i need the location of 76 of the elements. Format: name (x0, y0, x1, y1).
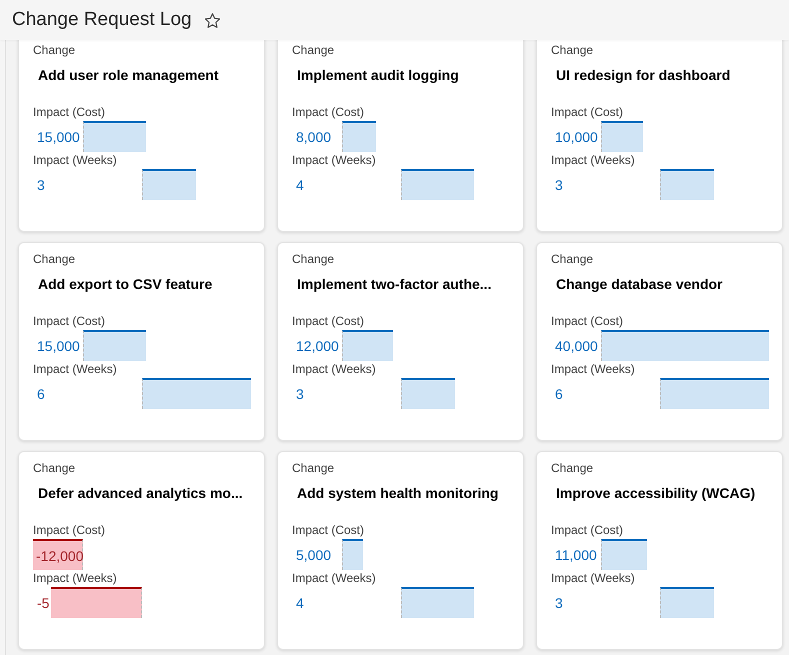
metric-value: 5,000 (296, 546, 332, 564)
data-bar (142, 169, 196, 200)
card-title: Defer advanced analytics mo... (38, 484, 243, 503)
metric-value: 6 (37, 384, 45, 402)
metric-label: Impact (Cost) (551, 522, 624, 538)
metric-label: Impact (Weeks) (551, 570, 635, 586)
card-title: Add user role management (38, 66, 218, 85)
change-card[interactable]: Change Add export to CSV feature Impact (Cost) 15,000 Impact (Weeks) 6 (18, 242, 265, 441)
card-title: Improve accessibility (WCAG) (556, 484, 756, 503)
metric-value: 3 (296, 384, 304, 402)
card-type-label: Change (551, 460, 594, 476)
change-card[interactable]: Change Change database vendor Impact (Cost) 40,000 Impact (Weeks) 6 (536, 242, 783, 441)
metric-value: 10,000 (555, 128, 598, 146)
card-title: Add export to CSV feature (38, 275, 212, 294)
card-title: Implement two-factor authe... (297, 275, 492, 294)
metric-value: 11,000 (555, 546, 597, 564)
metric-label: Impact (Cost) (292, 522, 364, 538)
metric-label: Impact (Weeks) (33, 152, 117, 168)
card-type-label: Change (292, 460, 334, 476)
change-card[interactable]: Change Add system health monitoring Impact (Cost) 5,000 Impact (Weeks) 4 (277, 451, 524, 650)
data-bar (342, 539, 364, 570)
change-card[interactable]: Change UI redesign for dashboard Impact (Cost) 10,000 Impact (Weeks) 3 (536, 40, 783, 232)
card-type-label: Change (33, 251, 76, 267)
metric-value: 15,000 (37, 128, 80, 146)
metric-label: Impact (Cost) (551, 313, 624, 329)
card-title: Implement audit logging (297, 66, 459, 85)
metric-label: Impact (Weeks) (33, 570, 117, 586)
data-bar (601, 121, 644, 152)
card-title: UI redesign for dashboard (556, 66, 730, 85)
change-card[interactable]: Change Improve accessibility (WCAG) Impact (Cost) 11,000 Impact (Weeks) 3 (536, 451, 783, 650)
data-bar (342, 330, 393, 361)
metric-label: Impact (Cost) (551, 104, 624, 120)
change-card[interactable]: Change Implement audit logging Impact (Cost) 8,000 Impact (Weeks) 4 (277, 40, 524, 232)
metric-value: 6 (555, 384, 563, 402)
card-type-label: Change (551, 251, 594, 267)
metric-label: Impact (Weeks) (292, 152, 376, 168)
card-title: Change database vendor (556, 275, 722, 294)
metric-value: 40,000 (555, 336, 598, 354)
metric-label: Impact (Cost) (292, 104, 364, 120)
metric-value: -5 (37, 594, 50, 612)
data-bar (342, 121, 376, 152)
card-type-label: Change (551, 42, 594, 58)
metric-value: 4 (296, 594, 304, 612)
data-bar (660, 587, 714, 618)
metric-label: Impact (Weeks) (292, 570, 376, 586)
metric-label: Impact (Cost) (292, 313, 364, 329)
data-bar (660, 169, 714, 200)
metric-label: Impact (Weeks) (551, 152, 635, 168)
change-card[interactable]: Change Add user role management Impact (Cost) 15,000 Impact (Weeks) 3 (18, 40, 265, 232)
metric-value: 15,000 (37, 336, 80, 354)
metric-label: Impact (Weeks) (292, 361, 376, 377)
metric-value: 3 (555, 594, 563, 612)
metric-label: Impact (Cost) (33, 522, 106, 538)
metric-label: Impact (Cost) (33, 104, 106, 120)
data-bar (400, 378, 456, 409)
card-type-label: Change (33, 460, 76, 476)
change-card[interactable]: Change Implement two-factor authe... Impact (Cost) 12,000 Impact (Weeks) 3 (277, 242, 524, 441)
card-title: Add system health monitoring (297, 484, 498, 503)
card-type-label: Change (292, 251, 334, 267)
metric-value: 12,000 (296, 336, 339, 354)
change-card[interactable]: Change Defer advanced analytics mo... Impact (Cost) -12,000 Impact (Weeks) -5 (18, 451, 265, 650)
metric-label: Impact (Weeks) (33, 361, 117, 377)
data-bar (601, 539, 648, 570)
metric-label: Impact (Cost) (33, 313, 106, 329)
metric-value: 3 (37, 176, 45, 194)
page-title: Change Request Log (12, 8, 192, 32)
data-bar (83, 121, 146, 152)
metric-label: Impact (Weeks) (551, 361, 635, 377)
metric-value: 8,000 (296, 128, 332, 146)
star-icon[interactable] (204, 12, 220, 28)
metric-value: 3 (555, 176, 563, 194)
metric-value: 4 (296, 176, 304, 194)
data-bar (83, 330, 146, 361)
card-type-label: Change (33, 42, 76, 58)
metric-value: -12,000 (36, 546, 84, 564)
card-type-label: Change (292, 42, 334, 58)
